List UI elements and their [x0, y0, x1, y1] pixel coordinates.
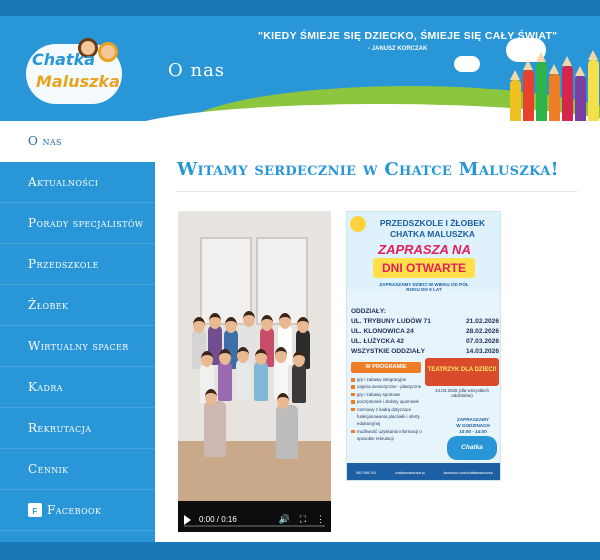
child-figure: [292, 351, 306, 403]
quote-author: - JANUSZ KORCZAK: [368, 46, 428, 52]
branch-place: UL. TRYBUNY LUDÓW 71: [351, 318, 431, 325]
video-time: 0:00 / 0:16: [199, 515, 237, 524]
poster-facebook: facebook.com/chatkamaluszka: [443, 470, 493, 475]
sidebar-nav: O nas Aktualności Porady specjalistów Pr…: [0, 121, 155, 542]
page-heading: O nas: [168, 60, 226, 81]
branch-place: WSZYSTKIE ODDZIAŁY: [351, 348, 425, 355]
sidebar-item-aktualnosci[interactable]: Aktualności: [0, 162, 155, 203]
title-divider: [177, 191, 577, 192]
door-image: [200, 237, 252, 325]
fullscreen-icon[interactable]: ⛶: [300, 514, 306, 525]
site-header: Chatka Maluszka O nas "KIEDY ŚMIEJE SIĘ …: [0, 16, 600, 121]
program-item: rozmowy z kadrą dotyczące funkcjonowania…: [351, 406, 423, 428]
child-figure: [254, 349, 268, 401]
sidebar-item-cennik[interactable]: Cennik: [0, 449, 155, 490]
video-progress-bar[interactable]: [184, 525, 325, 527]
logo-text-line1: Chatka: [32, 50, 96, 69]
video-frame: [178, 211, 331, 501]
sidebar-item-wirtualny-spacer[interactable]: Wirtualny spacer: [0, 326, 155, 367]
pencil-icon: [523, 60, 534, 121]
poster-footer: 662 998 191 chatkamaluszka.pl facebook.c…: [347, 463, 500, 480]
branch-row: UL. KLONOWICA 24 28.02.2026: [351, 328, 499, 335]
child-figure: [276, 393, 298, 459]
branch-date: 21.02.2026: [465, 318, 499, 325]
facebook-icon: f: [28, 503, 42, 517]
play-icon[interactable]: [184, 514, 191, 525]
floor-image: [178, 441, 331, 501]
sun-icon: [350, 216, 366, 232]
hours-line: 10:00 - 14:00: [459, 429, 487, 434]
sidebar-item-label: Facebook: [47, 503, 102, 517]
child-figure: [204, 389, 226, 457]
poster-subtitle: ZAPRASZAMY DZIECI W WIEKU OD PÓŁ ROKU DO…: [379, 282, 469, 292]
branch-place: UL. ŁUŻYCKA 42: [351, 338, 404, 345]
main-title: Witamy serdecznie w Chatce Maluszka!: [177, 159, 559, 180]
sidebar-item-porady[interactable]: Porady specjalistów: [0, 203, 155, 244]
branch-place: UL. KLONOWICA 24: [351, 328, 414, 335]
branches-label: ODDZIAŁY:: [351, 308, 386, 315]
program-item: zajęcia sensoryczne - plastyczne: [351, 383, 423, 390]
cloud-icon: [454, 56, 480, 72]
door-image: [256, 237, 308, 325]
pencil-icon: [588, 50, 599, 121]
site-logo[interactable]: Chatka Maluszka: [26, 36, 126, 111]
poster-logo: Chatka Maluszka: [447, 436, 497, 475]
sidebar-item-kadra[interactable]: Kadra: [0, 367, 155, 408]
sidebar-item-facebook[interactable]: f Facebook: [0, 490, 155, 531]
video-controls: 0:00 / 0:16 🔊 ⛶ ⋮: [178, 507, 331, 532]
poster-line2: CHATKA MALUSZKA: [390, 229, 475, 239]
branch-row: UL. TRYBUNY LUDÓW 71 21.02.2026: [351, 318, 499, 325]
sidebar-item-zlobek[interactable]: Żłobek: [0, 285, 155, 326]
more-options-icon[interactable]: ⋮: [316, 514, 325, 525]
opening-hours: ZAPRASZAMY W GODZINACH 10:00 - 14:00: [445, 417, 500, 435]
branch-row: UL. ŁUŻYCKA 42 07.03.2026: [351, 338, 499, 345]
poster-website: chatkamaluszka.pl: [395, 470, 425, 475]
branch-row: WSZYSTKIE ODDZIAŁY 14.03.2026: [351, 348, 499, 355]
logo-text-line2: Maluszka: [36, 72, 120, 91]
poster-line4: DNI OTWARTE: [373, 258, 475, 278]
sidebar-item-rekrutacja[interactable]: Rekrutacja: [0, 408, 155, 449]
pencil-icon: [510, 70, 521, 121]
program-item: możliwość uzyskania informacji o sposobi…: [351, 428, 423, 443]
branch-date: 07.03.2026: [465, 338, 499, 345]
program-item: poczęstunek i drobny upominek: [351, 398, 423, 405]
program-item: gry i zabawy integracyjne: [351, 376, 423, 383]
theatre-subtitle: 14.03.2026 (dla wszystkich oddziałów): [434, 388, 490, 398]
pencil-icon: [536, 52, 547, 121]
branch-date: 28.02.2026: [465, 328, 499, 335]
volume-icon[interactable]: 🔊: [278, 514, 289, 525]
video-player[interactable]: 0:00 / 0:16 🔊 ⛶ ⋮: [178, 211, 331, 532]
theatre-badge: TEATRZYK DLA DZIECI!: [425, 358, 499, 386]
sidebar-item-przedszkole[interactable]: Przedszkole: [0, 244, 155, 285]
program-list: gry i zabawy integracyjne zajęcia sensor…: [351, 376, 423, 443]
main-content: Witamy serdecznie w Chatce Maluszka! 0:0…: [155, 121, 600, 542]
branch-date: 14.03.2026: [465, 348, 499, 355]
program-label: W PROGRAMIE: [351, 362, 421, 373]
poster-line1: PRZEDSZKOLE I ŻŁOBEK: [379, 218, 486, 228]
pencil-icon: [562, 56, 573, 121]
pencil-icon: [575, 66, 586, 121]
open-days-poster: PRZEDSZKOLE I ŻŁOBEK CHATKA MALUSZKA ZAP…: [346, 211, 501, 481]
pencil-icon: [549, 64, 560, 121]
poster-line3: ZAPRASZA NA: [378, 242, 471, 257]
sidebar-item-o-nas[interactable]: O nas: [0, 121, 155, 162]
footer-bar: [0, 542, 600, 560]
logo-girl-icon: [98, 42, 118, 62]
top-bar: [0, 0, 600, 16]
pencils-decoration: [508, 44, 600, 121]
program-item: gry i zabawy sportowe: [351, 391, 423, 398]
poster-phone: 662 998 191: [356, 470, 377, 475]
child-figure: [218, 349, 232, 401]
child-figure: [236, 347, 250, 399]
